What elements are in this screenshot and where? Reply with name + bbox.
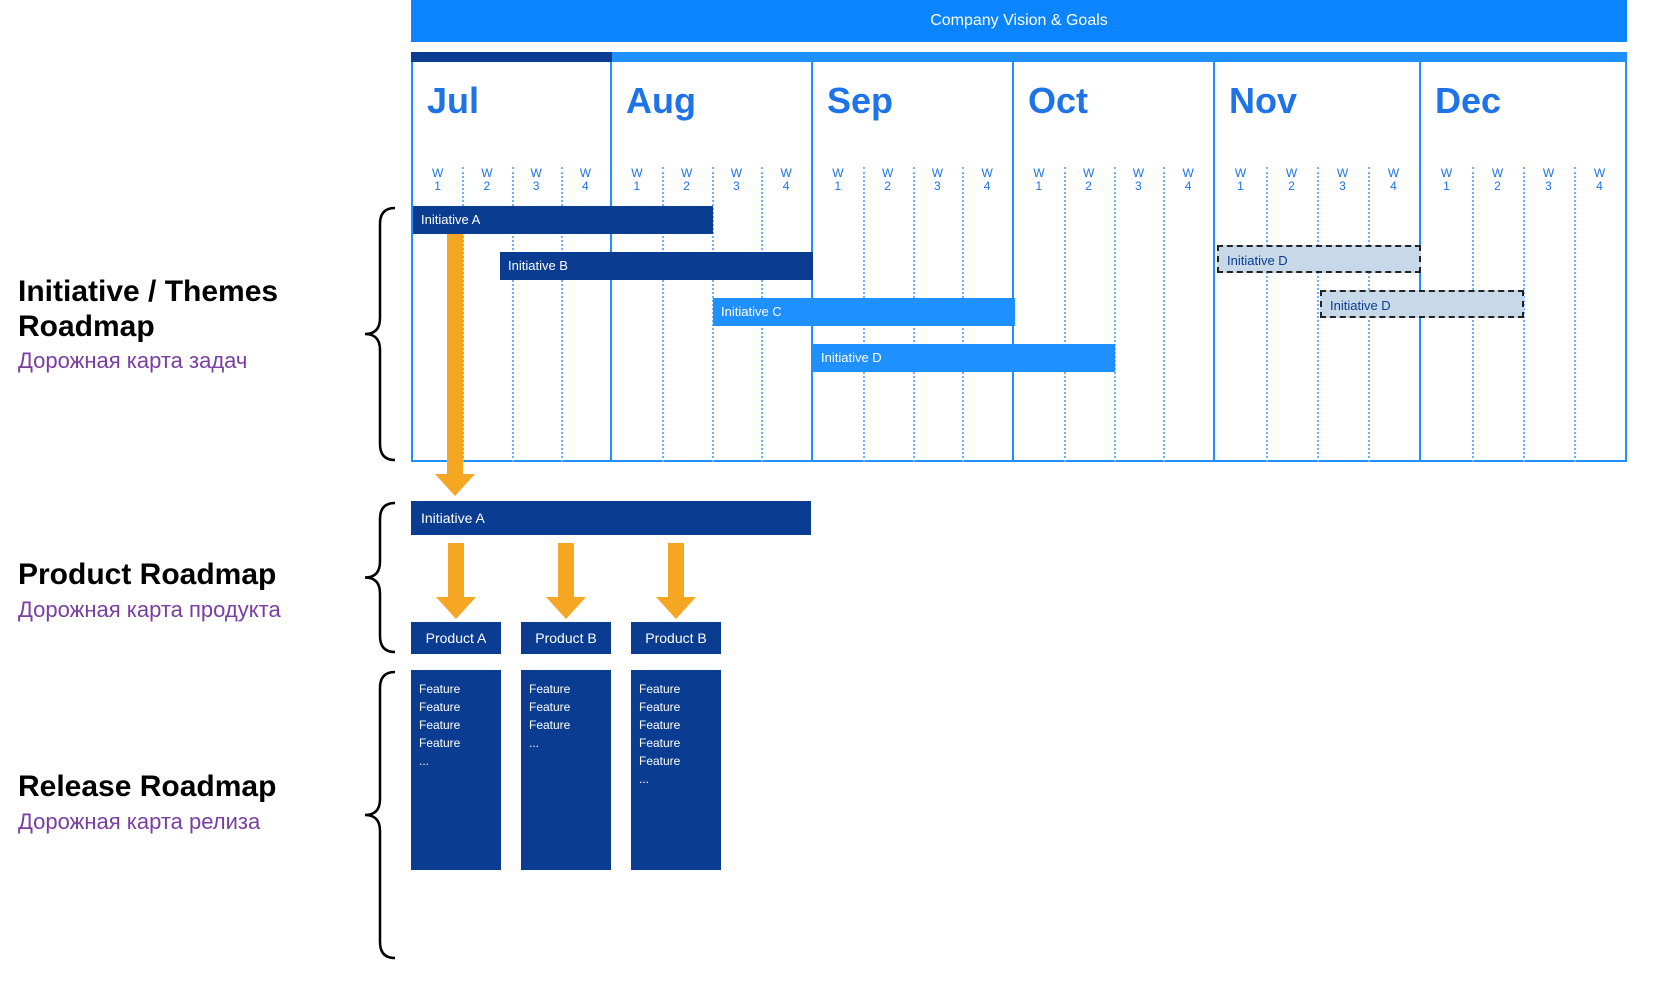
arrow-down-icon — [550, 543, 582, 601]
month-label: Nov — [1229, 80, 1297, 122]
month-column: Oct W1W2W3W4 — [1014, 62, 1215, 462]
feature-line: Feature — [639, 734, 713, 752]
product-box: Product B — [631, 622, 721, 654]
initiative-bar: Initiative D — [813, 344, 1115, 372]
arrow-down-icon — [660, 543, 692, 601]
feature-line: Feature — [639, 698, 713, 716]
initiative-bar: Initiative D — [1217, 245, 1421, 273]
feature-line: Feature — [529, 680, 603, 698]
week-label: W3 — [512, 167, 561, 193]
week-label: W4 — [761, 167, 811, 193]
curly-brace-icon — [350, 206, 400, 462]
week-label: W3 — [1317, 167, 1368, 193]
weeks-container: W1W2W3W4 — [1014, 167, 1213, 462]
week-separator — [1163, 167, 1165, 462]
week-label: W1 — [1215, 167, 1266, 193]
initiative-detail-bar: Initiative A — [411, 501, 811, 535]
month-label: Oct — [1028, 80, 1088, 122]
release-box: FeatureFeatureFeatureFeatureFeature... — [631, 670, 721, 870]
section-title-ru: Дорожная карта задач — [18, 348, 378, 374]
month-strip — [1421, 52, 1627, 62]
feature-line: Feature — [639, 680, 713, 698]
week-label: W4 — [1574, 167, 1625, 193]
week-label: W1 — [612, 167, 662, 193]
month-column: Dec W1W2W3W4 — [1421, 62, 1627, 462]
product-box: Product A — [411, 622, 501, 654]
week-label: W4 — [962, 167, 1012, 193]
curly-brace-icon — [350, 670, 400, 960]
initiative-bar: Initiative D — [1320, 290, 1524, 318]
feature-line: Feature — [529, 716, 603, 734]
week-label: W2 — [1266, 167, 1317, 193]
month-strip — [813, 52, 1014, 62]
month-column: Sep W1W2W3W4 — [813, 62, 1014, 462]
feature-line: Feature — [639, 716, 713, 734]
curly-brace-icon — [350, 501, 400, 654]
month-strip — [1014, 52, 1215, 62]
week-label: W3 — [1114, 167, 1164, 193]
week-separator — [1064, 167, 1066, 462]
feature-line: Feature — [419, 698, 493, 716]
section-title-ru: Дорожная карта релиза — [18, 809, 378, 835]
initiative-bar: Initiative B — [500, 252, 813, 280]
month-label: Jul — [427, 80, 479, 122]
diagram-canvas: Company Vision & Goals JulW1W2W3W4AugW1W… — [0, 0, 1680, 998]
vision-goals-header: Company Vision & Goals — [411, 0, 1627, 42]
week-label: W2 — [863, 167, 913, 193]
week-label: W4 — [1163, 167, 1213, 193]
week-separator — [1266, 167, 1268, 462]
week-label: W1 — [1014, 167, 1064, 193]
feature-line: Feature — [419, 680, 493, 698]
week-label: W3 — [913, 167, 963, 193]
feature-line: ... — [529, 734, 603, 752]
release-box: FeatureFeatureFeature... — [521, 670, 611, 870]
initiative-bar: Initiative A — [413, 206, 713, 234]
section-title-en: Product Roadmap — [18, 558, 378, 593]
week-label: W2 — [662, 167, 712, 193]
release-box: FeatureFeatureFeatureFeature... — [411, 670, 501, 870]
month-strip — [1215, 52, 1421, 62]
week-label: W4 — [561, 167, 610, 193]
arrow-down-icon — [439, 234, 471, 478]
week-label: W2 — [462, 167, 511, 193]
month-label: Sep — [827, 80, 893, 122]
month-strip — [411, 52, 612, 62]
section-title-en: Release Roadmap — [18, 770, 378, 805]
feature-line: ... — [419, 752, 493, 770]
section-label: Initiative / Themes Roadmap Дорожная карт… — [18, 275, 378, 374]
feature-line: Feature — [419, 716, 493, 734]
section-label: Product Roadmap Дорожная карта продукта — [18, 558, 378, 623]
month-label: Dec — [1435, 80, 1501, 122]
week-label: W3 — [712, 167, 762, 193]
feature-line: Feature — [639, 752, 713, 770]
month-strip — [612, 52, 813, 62]
week-separator — [1574, 167, 1576, 462]
product-box: Product B — [521, 622, 611, 654]
feature-line: ... — [639, 770, 713, 788]
section-title-en: Initiative / Themes Roadmap — [18, 275, 378, 344]
arrow-down-icon — [440, 543, 472, 601]
week-label: W3 — [1523, 167, 1574, 193]
week-label: W1 — [813, 167, 863, 193]
week-label: W4 — [1368, 167, 1419, 193]
month-label: Aug — [626, 80, 696, 122]
section-label: Release Roadmap Дорожная карта релиза — [18, 770, 378, 835]
feature-line: Feature — [419, 734, 493, 752]
week-separator — [1114, 167, 1116, 462]
week-label: W2 — [1064, 167, 1114, 193]
section-title-ru: Дорожная карта продукта — [18, 597, 378, 623]
week-label: W1 — [1421, 167, 1472, 193]
week-separator — [1317, 167, 1319, 462]
feature-line: Feature — [529, 698, 603, 716]
initiative-bar: Initiative C — [713, 298, 1015, 326]
week-label: W1 — [413, 167, 462, 193]
week-label: W2 — [1472, 167, 1523, 193]
